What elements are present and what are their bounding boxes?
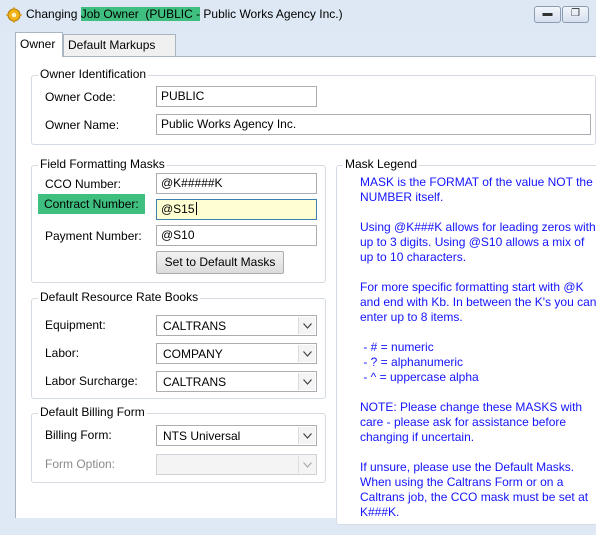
form-option-label: Form Option: (45, 457, 116, 471)
legend-paragraph: MASK is the FORMAT of the value NOT the … (360, 175, 593, 204)
equipment-value: CALTRANS (163, 319, 227, 333)
chevron-down-icon[interactable] (298, 456, 315, 473)
billing-form-title: Default Billing Form (38, 405, 147, 419)
labor-label: Labor: (45, 346, 80, 360)
contract-number-value: @S15 (161, 202, 195, 216)
owner-tab-panel: Owner Identification Owner Code: PUBLIC … (15, 56, 596, 525)
owner-identification-group: Owner Identification Owner Code: PUBLIC … (31, 67, 596, 145)
mask-legend-text: MASK is the FORMAT of the value NOT the … (360, 175, 596, 535)
tab-default-markups[interactable]: Default Markups (63, 34, 176, 56)
title-suffix: Public Works Agency Inc.) (200, 7, 343, 21)
minimize-button[interactable]: ▬ (534, 6, 561, 23)
minimize-icon: ▬ (542, 8, 553, 19)
chevron-down-icon[interactable] (298, 427, 315, 444)
billing-form-value: NTS Universal (163, 429, 241, 443)
legend-list-item: - ^ = uppercase alpha (360, 370, 479, 384)
contract-number-label: Contract Number: (38, 194, 145, 214)
labor-surcharge-select[interactable]: CALTRANS (156, 371, 317, 392)
labor-value: COMPANY (163, 347, 223, 361)
legend-list-item: - # = numeric (360, 340, 434, 354)
contract-number-label-text: Contract Number: (38, 194, 145, 214)
gear-app-icon (6, 7, 22, 23)
labor-select[interactable]: COMPANY (156, 343, 317, 364)
legend-paragraph: For more specific formatting start with … (360, 280, 596, 324)
form-option-select[interactable] (156, 454, 317, 475)
owner-code-field[interactable]: PUBLIC (156, 86, 317, 107)
owner-name-label: Owner Name: (45, 118, 120, 132)
payment-number-field[interactable]: @S10 (156, 225, 317, 246)
labor-surcharge-label: Labor Surcharge: (45, 374, 138, 388)
labor-surcharge-value: CALTRANS (163, 375, 227, 389)
chevron-down-icon[interactable] (298, 373, 315, 390)
tab-strip: Owner Default Markups (15, 32, 596, 57)
billing-form-select[interactable]: NTS Universal (156, 425, 317, 446)
window-title: Changing Job Owner (PUBLIC - Public Work… (26, 7, 343, 21)
cco-number-field[interactable]: @K#####K (156, 173, 317, 194)
title-bar: Changing Job Owner (PUBLIC - Public Work… (0, 0, 596, 30)
legend-list-item: - ? = alphanumeric (360, 355, 464, 369)
title-prefix: Changing (26, 7, 81, 21)
field-formatting-masks-group: Field Formatting Masks CCO Number: @K###… (31, 157, 326, 283)
billing-form-group: Default Billing Form Billing Form: NTS U… (31, 405, 326, 483)
legend-paragraph: NOTE: Please change these MASKS with car… (360, 400, 583, 444)
equipment-label: Equipment: (45, 318, 106, 332)
title-highlight: Job Owner (PUBLIC - (80, 7, 201, 21)
legend-paragraph: If unsure, please use the Default Masks.… (360, 460, 589, 519)
payment-number-label: Payment Number: (45, 229, 142, 243)
owner-code-label: Owner Code: (45, 90, 116, 104)
cco-number-label: CCO Number: (45, 177, 122, 191)
contract-number-field[interactable]: @S15 (156, 199, 317, 220)
owner-name-field[interactable]: Public Works Agency Inc. (156, 114, 591, 135)
maximize-button[interactable]: ❐ (562, 6, 589, 23)
tab-owner[interactable]: Owner (15, 32, 63, 57)
field-formatting-masks-title: Field Formatting Masks (38, 157, 167, 171)
equipment-select[interactable]: CALTRANS (156, 315, 317, 336)
legend-paragraph: Using @K###K allows for leading zeros wi… (360, 220, 596, 264)
rate-books-title: Default Resource Rate Books (38, 290, 201, 304)
mask-legend-title: Mask Legend (343, 157, 420, 171)
set-default-masks-button[interactable]: Set to Default Masks (156, 251, 284, 274)
maximize-icon: ❐ (571, 8, 580, 19)
billing-form-label: Billing Form: (45, 428, 112, 442)
chevron-down-icon[interactable] (298, 317, 315, 334)
mask-legend-group: Mask Legend MASK is the FORMAT of the va… (336, 157, 596, 525)
rate-books-group: Default Resource Rate Books Equipment: C… (31, 290, 326, 399)
text-caret (195, 202, 197, 215)
owner-identification-title: Owner Identification (38, 67, 149, 81)
chevron-down-icon[interactable] (298, 345, 315, 362)
